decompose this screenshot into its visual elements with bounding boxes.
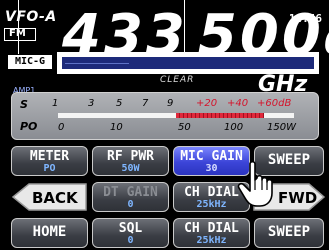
- squelch-button[interactable]: SQL 0: [92, 218, 169, 248]
- hand-pointer-icon: [237, 160, 273, 207]
- squelch-button-value: 0: [127, 235, 134, 246]
- sweep-button-bottom-label: SWEEP: [267, 224, 311, 240]
- po-scale-50: 50: [178, 122, 191, 133]
- s-scale-plus60: +60dB: [257, 98, 292, 109]
- rf-power-button-value: 50W: [121, 163, 140, 174]
- po-scale-10: 10: [110, 122, 123, 133]
- po-scale-0: 0: [58, 122, 65, 133]
- meter-button-value: PO: [43, 163, 56, 174]
- ch-dial-button-bottom-value: 25kHz: [196, 235, 227, 246]
- meter-panel: S PO 1 3 5 7 9 +20 +40 +60dB 0 10 50 100…: [11, 92, 319, 140]
- dt-gain-button[interactable]: DT GAIN 0: [92, 182, 169, 212]
- s-scale-plus20: +20: [196, 98, 218, 109]
- po-scale-100: 100: [224, 122, 244, 133]
- back-button[interactable]: BACK: [11, 182, 88, 212]
- mic-gain-bar-level: [65, 63, 129, 64]
- dt-gain-button-label: DT GAIN: [103, 185, 158, 200]
- clear-label: CLEAR: [160, 75, 195, 85]
- s-scale-3: 3: [88, 98, 95, 109]
- sweep-button-bottom[interactable]: SWEEP: [254, 218, 324, 248]
- meter-button-label: METER: [29, 149, 70, 164]
- meter-po-label: PO: [20, 120, 38, 133]
- home-button[interactable]: HOME: [11, 218, 88, 248]
- dt-gain-button-value: 0: [127, 199, 134, 210]
- frequency-tail: 00: [324, 22, 329, 63]
- po-scale-150w: 150W: [267, 122, 296, 133]
- meter-s-label: S: [20, 98, 28, 111]
- rf-power-button-label: RF PWR: [107, 149, 154, 164]
- radio-display: VFO-A FM 14:46 43350000 MIC-G CLEAR GHz …: [0, 0, 329, 250]
- squelch-button-label: SQL: [118, 221, 143, 236]
- s-scale-9: 9: [167, 98, 174, 109]
- mic-gain-label: MIC-G: [8, 55, 52, 69]
- meter-bar-red-zone: [176, 113, 264, 118]
- ch-dial-button-bottom[interactable]: CH DIAL 25kHz: [173, 218, 250, 248]
- home-button-label: HOME: [32, 224, 67, 240]
- s-scale-1: 1: [52, 98, 59, 109]
- s-scale-plus40: +40: [227, 98, 249, 109]
- ch-dial-button-bottom-label: CH DIAL: [184, 221, 239, 236]
- mode-badge: FM: [4, 28, 36, 41]
- mic-gain-bar: [57, 52, 319, 74]
- vfo-label: VFO-A: [5, 9, 57, 25]
- meter-button[interactable]: METER PO: [11, 146, 88, 176]
- s-scale-5: 5: [116, 98, 123, 109]
- s-scale-7: 7: [142, 98, 149, 109]
- back-button-label: BACK: [32, 189, 78, 207]
- rf-power-button[interactable]: RF PWR 50W: [92, 146, 169, 176]
